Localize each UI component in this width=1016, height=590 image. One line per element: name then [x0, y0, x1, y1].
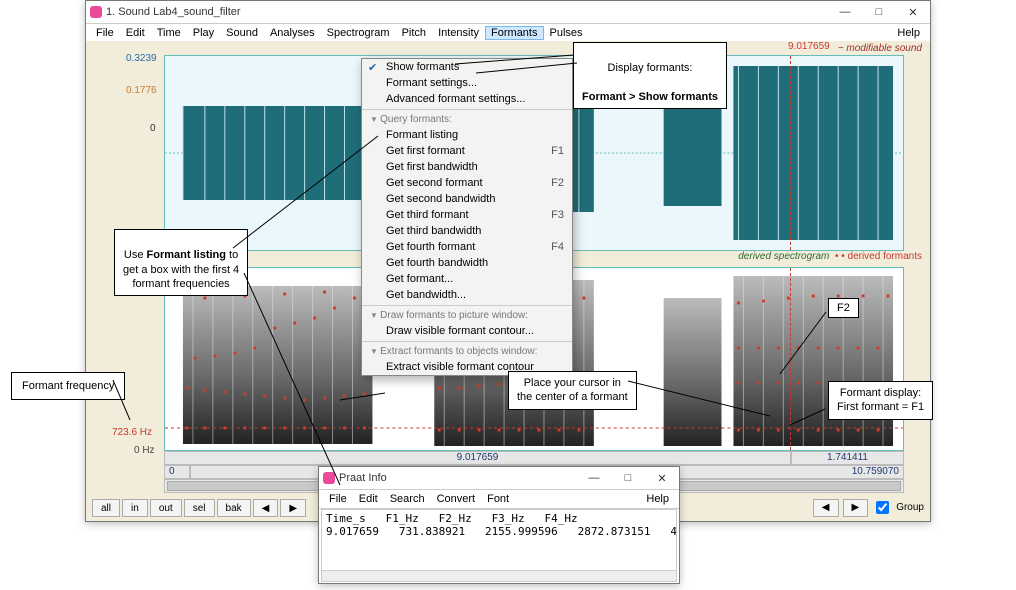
menu-get-bw4[interactable]: Get fourth bandwidth	[362, 255, 572, 271]
menu-head-query: Query formants:	[362, 112, 572, 127]
formants-menu-dropdown: ✔Show formants Formant settings... Advan…	[361, 58, 573, 376]
menu-sound[interactable]: Sound	[220, 26, 264, 40]
info-minimize[interactable]: —	[577, 467, 611, 489]
menu-edit[interactable]: Edit	[120, 26, 151, 40]
app-icon	[323, 472, 335, 484]
menu-play[interactable]: Play	[187, 26, 220, 40]
btn-scroll-left[interactable]: ◀	[253, 499, 279, 517]
menu-time[interactable]: Time	[151, 26, 187, 40]
callout-show-formants: Display formants: Formant > Show formant…	[573, 42, 727, 109]
callout-formant-frequency: Formant frequency	[11, 372, 125, 400]
menu-get-formant[interactable]: Get formant...	[362, 271, 572, 287]
praat-info-window: Praat Info — □ ✕ File Edit Search Conver…	[318, 466, 680, 584]
menu-pitch[interactable]: Pitch	[396, 26, 432, 40]
menu-help[interactable]: Help	[891, 26, 926, 40]
menu-get-f3[interactable]: Get third formantF3	[362, 207, 572, 223]
menu-formant-listing[interactable]: Formant listing	[362, 127, 572, 143]
menu-file[interactable]: File	[90, 26, 120, 40]
info-menu-help[interactable]: Help	[640, 492, 675, 506]
menu-advanced-formant-settings[interactable]: Advanced formant settings...	[362, 91, 572, 107]
callout-formant-listing: Use Formant listing toget a box with the…	[114, 229, 248, 296]
btn-bak[interactable]: bak	[217, 499, 251, 517]
menu-pulses[interactable]: Pulses	[544, 26, 589, 40]
info-menu-convert[interactable]: Convert	[431, 492, 482, 506]
modifiable-sound-label: ~ modifiable sound	[838, 43, 922, 54]
info-menu-search[interactable]: Search	[384, 492, 431, 506]
menu-get-bw1[interactable]: Get first bandwidth	[362, 159, 572, 175]
btn-out[interactable]: out	[150, 499, 182, 517]
info-title: Praat Info	[339, 472, 577, 484]
zoom-buttons: all in out sel bak ◀ ▶	[92, 499, 306, 517]
close-button[interactable]: ✕	[896, 1, 930, 23]
btn-in[interactable]: in	[122, 499, 148, 517]
menu-get-f1[interactable]: Get first formantF1	[362, 143, 572, 159]
group-label: Group	[896, 502, 924, 513]
callout-formant-display: Formant display: First formant = F1	[828, 381, 933, 420]
derived-labels: derived spectrogram • • derived formants	[738, 251, 922, 262]
wave-zero: 0	[150, 123, 156, 134]
cursor-line-wave	[790, 56, 791, 250]
group-checkbox[interactable]	[876, 501, 889, 514]
menu-head-extract: Extract formants to objects window:	[362, 344, 572, 359]
window-title: 1. Sound Lab4_sound_filter	[106, 6, 828, 18]
menu-spectrogram[interactable]: Spectrogram	[321, 26, 396, 40]
btn-scroll-right[interactable]: ▶	[280, 499, 306, 517]
btn-group-left[interactable]: ◀	[813, 499, 839, 517]
btn-all[interactable]: all	[92, 499, 120, 517]
menu-analyses[interactable]: Analyses	[264, 26, 321, 40]
callout-f2: F2	[828, 298, 859, 318]
cursor-line-spec	[790, 268, 791, 450]
info-text[interactable]: Time_s F1_Hz F2_Hz F3_Hz F4_Hz 9.017659 …	[321, 509, 677, 571]
titlebar: 1. Sound Lab4_sound_filter — □ ✕	[86, 1, 930, 24]
info-maximize[interactable]: □	[611, 467, 645, 489]
menu-get-bw3[interactable]: Get third bandwidth	[362, 223, 572, 239]
menu-formant-settings[interactable]: Formant settings...	[362, 75, 572, 91]
menu-head-draw: Draw formants to picture window:	[362, 308, 572, 323]
info-menu-font[interactable]: Font	[481, 492, 515, 506]
info-scroll-h[interactable]	[321, 570, 677, 582]
cursor-time-label: 9.017659	[788, 41, 830, 52]
menu-get-bandwidth[interactable]: Get bandwidth...	[362, 287, 572, 303]
menu-get-f4[interactable]: Get fourth formantF4	[362, 239, 572, 255]
menu-draw-contour[interactable]: Draw visible formant contour...	[362, 323, 572, 339]
menu-intensity[interactable]: Intensity	[432, 26, 485, 40]
menu-formants[interactable]: Formants	[485, 26, 543, 40]
btn-group-right[interactable]: ▶	[843, 499, 869, 517]
maximize-button[interactable]: □	[862, 1, 896, 23]
app-icon	[90, 6, 102, 18]
info-menu-edit[interactable]: Edit	[353, 492, 384, 506]
group-toggle: ◀ ▶ Group	[813, 498, 924, 517]
info-close[interactable]: ✕	[645, 467, 679, 489]
timebar-1[interactable]: 9.017659 1.741411	[164, 451, 904, 465]
spec-selhz: 723.6 Hz	[112, 427, 152, 438]
callout-place-cursor: Place your cursor in the center of a for…	[508, 371, 637, 410]
wave-sely: 0.1776	[126, 85, 157, 96]
menu-get-bw2[interactable]: Get second bandwidth	[362, 191, 572, 207]
minimize-button[interactable]: —	[828, 1, 862, 23]
menu-get-f2[interactable]: Get second formantF2	[362, 175, 572, 191]
menu-show-formants[interactable]: ✔Show formants	[362, 59, 572, 75]
spec-ymin: 0 Hz	[134, 445, 155, 456]
info-menu-file[interactable]: File	[323, 492, 353, 506]
btn-sel[interactable]: sel	[184, 499, 215, 517]
wave-ymax: 0.3239	[126, 53, 157, 64]
